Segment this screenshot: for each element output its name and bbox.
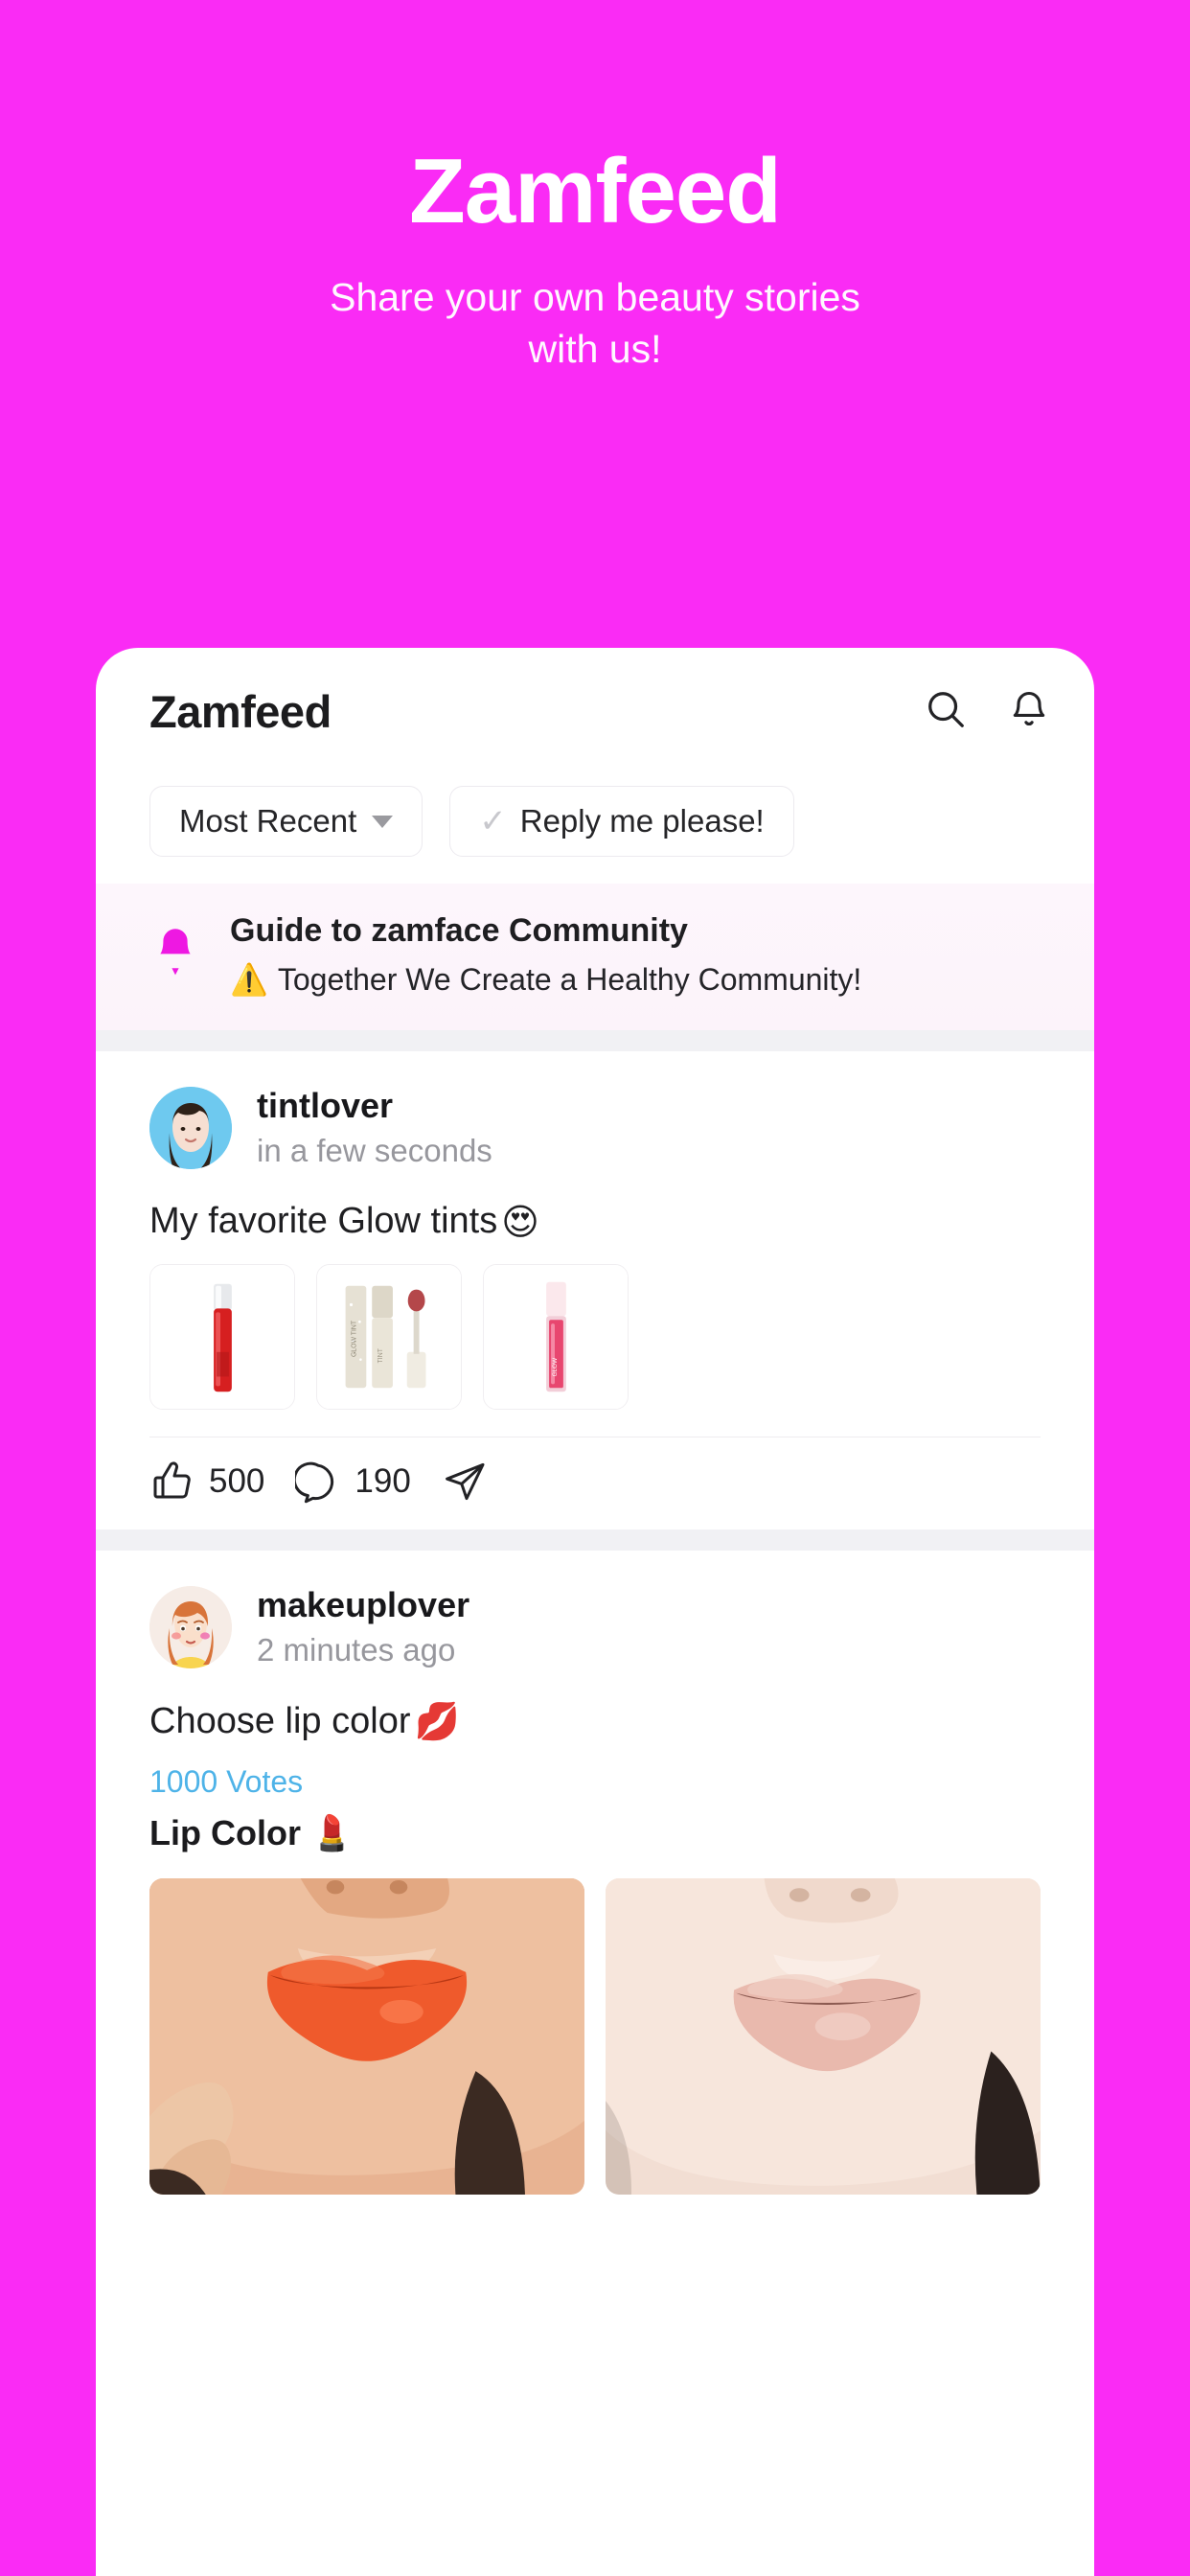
search-icon[interactable]: [924, 687, 968, 736]
app-title: Zamfeed: [149, 685, 332, 737]
comment-count: 190: [355, 1461, 411, 1500]
beige-lip-tint-set[interactable]: GLOW TINT TINT: [316, 1263, 462, 1410]
post-timestamp: 2 minutes ago: [257, 1631, 456, 1668]
poll-question-label: Lip Color: [149, 1812, 301, 1852]
lipstick-emoji: 💄: [309, 1813, 354, 1853]
app-preview-card: Zamfeed Most Recent ✓ Reply me please! G…: [96, 648, 1094, 2576]
app-header: Zamfeed: [96, 648, 1094, 774]
filter-row: Most Recent ✓ Reply me please!: [96, 774, 1094, 884]
reply-filter-toggle[interactable]: ✓ Reply me please!: [449, 786, 794, 857]
poll-question: Lip Color 💄: [149, 1813, 1041, 1853]
like-count: 500: [209, 1461, 265, 1500]
post-body-label: My favorite Glow tints: [149, 1201, 498, 1242]
sort-dropdown-label: Most Recent: [179, 803, 357, 839]
avatar[interactable]: [149, 1086, 232, 1169]
comment-action[interactable]: 190: [295, 1459, 411, 1505]
heart-eyes-emoji: 😍: [501, 1200, 539, 1243]
section-divider: [96, 1529, 1094, 1551]
banner-text: Guide to zamface Community ⚠️ Together W…: [230, 912, 1041, 998]
community-guide-banner[interactable]: Guide to zamface Community ⚠️ Together W…: [96, 884, 1094, 1030]
poll-options: [149, 1877, 1041, 2195]
bell-icon[interactable]: [1008, 687, 1050, 736]
banner-title: Guide to zamface Community: [230, 912, 688, 949]
post-body-text: My favorite Glow tints 😍: [149, 1201, 1041, 1243]
post-action-bar: 500 190: [149, 1436, 1041, 1530]
post-body-text: Choose lip color 💋: [149, 1700, 1041, 1743]
svg-text:TINT: TINT: [378, 1347, 384, 1363]
share-action[interactable]: [442, 1459, 488, 1505]
post-username: makeuplover: [257, 1584, 470, 1624]
post-item: tintlover in a few seconds My favorite G…: [96, 1051, 1094, 1530]
orange-coral-lips-photo[interactable]: [149, 1877, 584, 2195]
reply-filter-label: Reply me please!: [519, 803, 765, 839]
hero-section: Zamfeed Share your own beauty stories wi…: [0, 0, 1190, 375]
sort-dropdown[interactable]: Most Recent: [149, 786, 423, 857]
post-author-block: makeuplover 2 minutes ago: [257, 1583, 469, 1671]
post-author-block: tintlover in a few seconds: [257, 1084, 492, 1172]
hero-subtitle: Share your own beauty stories with us!: [0, 271, 1190, 375]
header-actions: [924, 687, 1050, 736]
hero-subtitle-line1: Share your own beauty stories: [330, 274, 860, 319]
like-action[interactable]: 500: [149, 1459, 264, 1505]
section-divider: [96, 1030, 1094, 1051]
post-item: makeuplover 2 minutes ago Choose lip col…: [96, 1551, 1094, 2195]
avatar[interactable]: [149, 1585, 232, 1668]
chevron-down-icon: [372, 815, 394, 828]
check-icon: ✓: [479, 803, 507, 840]
svg-text:GLOW: GLOW: [552, 1357, 559, 1377]
post-body-label: Choose lip color: [149, 1700, 411, 1741]
pink-lip-tint-tube[interactable]: GLOW: [483, 1263, 629, 1410]
post-username: tintlover: [257, 1086, 394, 1125]
hero-subtitle-line2: with us!: [528, 326, 662, 371]
post-header[interactable]: tintlover in a few seconds: [149, 1084, 1041, 1172]
banner-subtitle-text: Together We Create a Healthy Community!: [277, 961, 862, 997]
bell-icon: [149, 924, 201, 986]
poll-vote-count: 1000 Votes: [149, 1763, 304, 1799]
svg-text:GLOW TINT: GLOW TINT: [351, 1320, 357, 1357]
post-timestamp: in a few seconds: [257, 1133, 492, 1168]
kiss-mark-emoji: 💋: [414, 1699, 460, 1742]
warning-icon: ⚠️: [230, 961, 268, 998]
red-lip-tint-tube[interactable]: [149, 1263, 295, 1410]
natural-nude-lips-photo[interactable]: [606, 1877, 1041, 2195]
post-image-gallery: GLOW TINT TINT GLOW: [149, 1263, 1041, 1410]
post-header[interactable]: makeuplover 2 minutes ago: [149, 1583, 1041, 1671]
banner-subtitle: ⚠️ Together We Create a Healthy Communit…: [230, 961, 1041, 998]
hero-title: Zamfeed: [409, 140, 782, 242]
